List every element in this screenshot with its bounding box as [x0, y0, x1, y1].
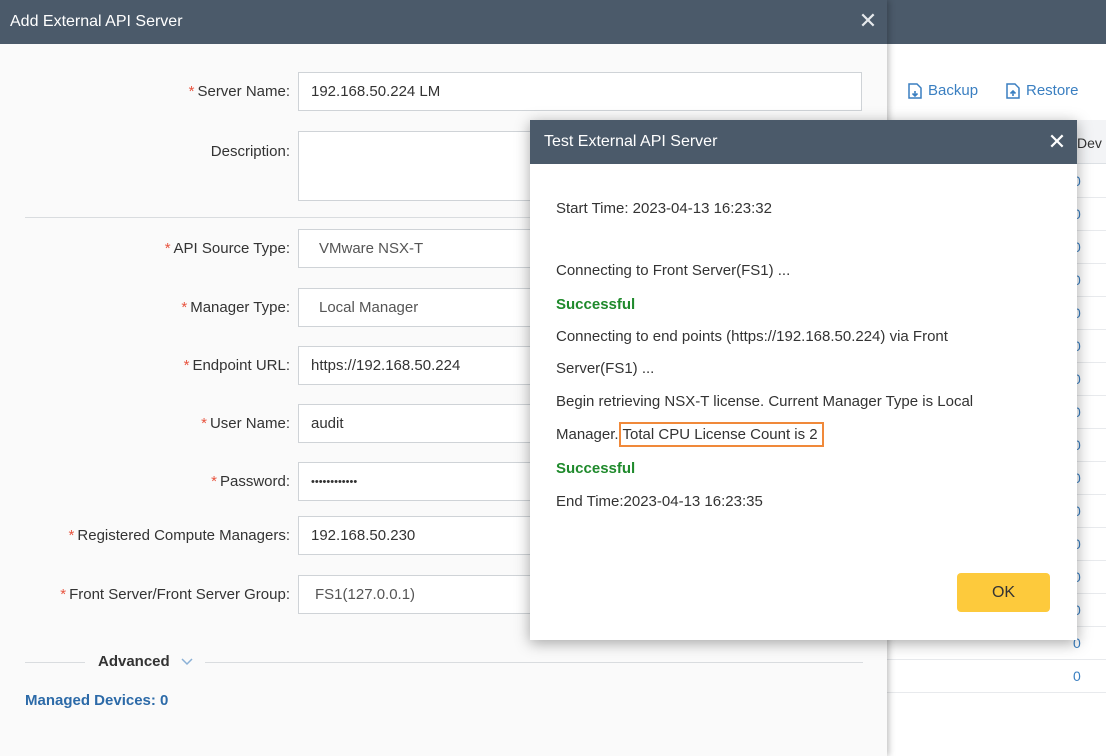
endpoint-url-label-text: Endpoint URL: — [192, 357, 290, 374]
close-icon[interactable]: ✕ — [858, 10, 878, 32]
backup-icon — [908, 82, 922, 99]
log-connecting-endpoints-1: Connecting to end points (https://192.16… — [556, 328, 948, 345]
compute-managers-label-text: Registered Compute Managers: — [77, 527, 290, 544]
api-source-type-select[interactable]: VMware NSX-T — [298, 229, 538, 268]
description-label: Description: — [210, 143, 290, 160]
restore-button[interactable]: Restore — [1006, 82, 1079, 99]
test-external-api-server-modal: Test External API Server ✕ Start Time: 2… — [530, 120, 1077, 640]
compute-managers-label: * Registered Compute Managers: — [69, 527, 290, 544]
password-label-text: Password: — [219, 473, 290, 490]
endpoint-url-value: https://192.168.50.224 — [311, 357, 461, 374]
compute-managers-value: 192.168.50.230 — [311, 527, 416, 544]
cpu-license-count-highlight: Total CPU License Count is 2 — [618, 422, 824, 447]
required-mark: * — [211, 473, 217, 490]
required-mark: * — [183, 357, 190, 374]
front-server-value: FS1(127.0.0.1) — [315, 586, 416, 603]
log-end-time: End Time:2023-04-13 16:23:35 — [556, 493, 763, 510]
divider — [25, 662, 85, 663]
user-name-label-text: User Name: — [209, 415, 290, 432]
server-name-value: 192.168.50.224 LM — [311, 83, 441, 100]
required-mark: * — [68, 527, 75, 544]
user-name-input[interactable]: audit — [298, 404, 538, 443]
endpoint-url-label: * Endpoint URL: — [184, 357, 290, 374]
required-mark: * — [164, 240, 171, 257]
background-toolbar: Backup Restore — [886, 44, 1106, 120]
restore-label: Restore — [1026, 82, 1079, 99]
endpoint-url-input[interactable]: https://192.168.50.224 — [298, 346, 538, 385]
compute-managers-input[interactable]: 192.168.50.230 — [298, 516, 538, 555]
log-connecting-endpoints-2: Server(FS1) ... — [556, 360, 655, 377]
manager-type-value: Local Manager — [319, 299, 419, 316]
dialog-header: Add External API Server — [0, 0, 887, 44]
managed-devices-link[interactable]: Managed Devices: 0 — [25, 692, 168, 709]
password-input[interactable]: •••••••••••• — [298, 462, 538, 501]
table-row[interactable]: 0 — [886, 659, 1106, 693]
log-success-1: Successful — [556, 296, 636, 313]
log-start-time: Start Time: 2023-04-13 16:23:32 — [556, 200, 772, 217]
api-source-type-value: VMware NSX-T — [319, 240, 424, 257]
required-mark: * — [181, 299, 188, 316]
ok-button[interactable]: OK — [957, 573, 1050, 612]
server-name-label-text: Server Name: — [197, 83, 290, 100]
manager-type-select[interactable]: Local Manager — [298, 288, 538, 327]
required-mark: * — [188, 83, 195, 100]
backup-label: Backup — [928, 82, 979, 99]
server-name-label: * Server Name: — [189, 83, 290, 100]
column-header-devices[interactable]: Dev — [1077, 135, 1102, 151]
backup-button[interactable]: Backup — [908, 82, 978, 99]
device-count-cell[interactable]: 0 — [1073, 668, 1081, 684]
front-server-label-text: Front Server/Front Server Group: — [69, 586, 290, 603]
log-success-2: Successful — [556, 460, 636, 477]
user-name-value: audit — [311, 415, 344, 432]
password-value: •••••••••••• — [311, 475, 358, 488]
advanced-section-toggle[interactable]: Advanced — [25, 651, 863, 673]
manager-type-label: * Manager Type: — [181, 299, 290, 316]
manager-type-label-text: Manager Type: — [190, 299, 290, 316]
front-server-select[interactable]: FS1(127.0.0.1) — [298, 575, 538, 614]
modal-title: Test External API Server — [544, 133, 718, 150]
required-mark: * — [60, 586, 67, 603]
divider — [205, 662, 863, 663]
close-icon[interactable]: ✕ — [1046, 130, 1068, 154]
restore-icon — [1006, 82, 1020, 99]
advanced-label[interactable]: Advanced — [98, 653, 170, 670]
server-name-input[interactable]: 192.168.50.224 LM — [298, 72, 862, 111]
description-textarea[interactable] — [298, 131, 538, 201]
api-source-type-label-text: API Source Type: — [173, 240, 290, 257]
password-label: * Password: — [211, 473, 290, 490]
chevron-down-icon[interactable] — [181, 655, 193, 670]
user-name-label: * User Name: — [201, 415, 290, 432]
dialog-title: Add External API Server — [10, 13, 183, 30]
log-license-1: Begin retrieving NSX-T license. Current … — [556, 393, 974, 410]
required-mark: * — [201, 415, 207, 432]
log-connecting-front: Connecting to Front Server(FS1) ... — [556, 262, 791, 279]
front-server-label: * Front Server/Front Server Group: — [60, 586, 290, 603]
modal-header: Test External API Server — [530, 120, 1077, 164]
log-license-2: Manager. Total CPU License Count is 2 — [556, 422, 824, 447]
log-license-2-prefix: Manager. — [556, 426, 619, 443]
api-source-type-label: * API Source Type: — [165, 240, 290, 257]
